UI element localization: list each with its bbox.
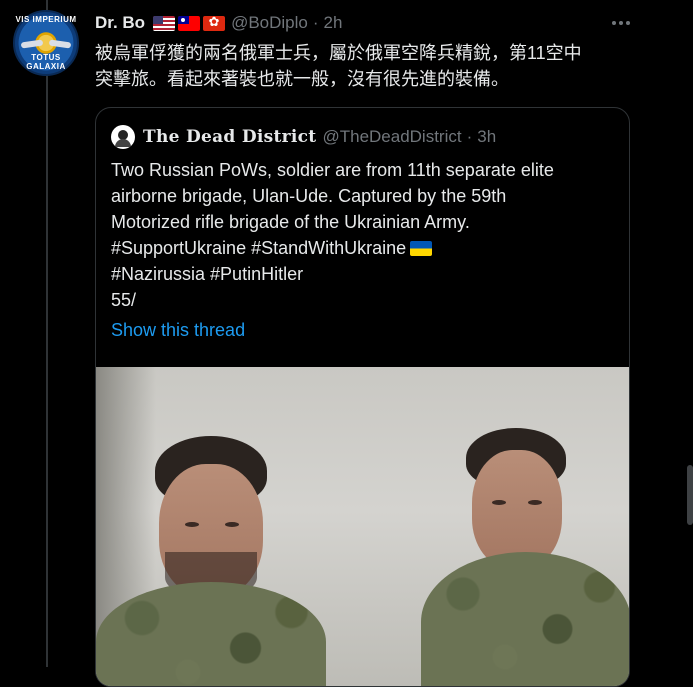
more-dot	[626, 21, 630, 25]
more-options-icon[interactable]	[608, 10, 634, 36]
tw-flag-icon	[178, 15, 201, 31]
quoted-header-separator: ·	[466, 127, 473, 146]
quoted-text-line: airborne brigade, Ulan-Ude. Captured by …	[111, 186, 507, 206]
quoted-author-avatar	[111, 125, 135, 149]
tweet-timestamp[interactable]: 2h	[324, 13, 343, 33]
soldier-jacket	[96, 582, 326, 686]
thread-connector-line	[46, 0, 48, 667]
soldier-eye	[528, 500, 542, 505]
soldier-eye	[492, 500, 506, 505]
avatar-text-top: VIS IMPERIUM	[15, 15, 77, 24]
avatar-wing-right	[48, 39, 72, 49]
soldier-face	[472, 450, 562, 568]
quoted-hashtags-line: #SupportUkraine #StandWithUkraine	[111, 235, 616, 261]
author-flags	[153, 15, 226, 31]
quoted-tweet-timestamp: 3h	[477, 127, 497, 146]
quoted-tweet-text: Two Russian PoWs, soldier are from 11th …	[111, 157, 616, 313]
ukraine-flag-icon	[410, 241, 433, 256]
thread-count: 55/	[111, 290, 137, 310]
tweet-header: Dr. Bo @BoDiplo · 2h	[95, 12, 342, 34]
tweet-text-line: 被烏軍俘獲的兩名俄軍士兵，屬於俄軍空降兵精銳，第11空中	[95, 43, 582, 63]
soldier-eye	[185, 522, 199, 527]
quoted-author-handle: @TheDeadDistrict	[322, 127, 462, 146]
more-dot	[612, 21, 616, 25]
soldier-eye	[225, 522, 239, 527]
hashtags-text: #SupportUkraine #StandWithUkraine	[111, 238, 407, 258]
author-handle[interactable]: @BoDiplo	[231, 13, 308, 33]
quoted-author-name: The Dead District	[143, 127, 317, 147]
tweet-text-line: 突擊旅。看起來著裝也就一般，沒有很先進的裝備。	[95, 69, 509, 89]
author-avatar[interactable]: VIS IMPERIUM TOTUS GALAXIA	[13, 10, 79, 76]
quoted-hashtags-line: #Nazirussia #PutinHitler	[111, 264, 304, 284]
us-flag-icon	[153, 15, 176, 31]
tweet-text: 被烏軍俘獲的兩名俄軍士兵，屬於俄軍空降兵精銳，第11空中 突擊旅。看起來著裝也就…	[95, 40, 640, 92]
show-thread-link[interactable]: Show this thread	[111, 320, 245, 341]
author-name[interactable]: Dr. Bo	[95, 13, 145, 33]
quoted-text-line: Motorized rifle brigade of the Ukrainian…	[111, 212, 470, 232]
quoted-text-line: Two Russian PoWs, soldier are from 11th …	[111, 160, 554, 180]
avatar-text-bottom: TOTUS GALAXIA	[26, 53, 66, 71]
avatar-wing-left	[20, 39, 44, 49]
header-separator: ·	[312, 13, 319, 32]
page-scrollbar[interactable]	[687, 465, 693, 525]
quoted-tweet-card[interactable]: The Dead District @TheDeadDistrict · 3h …	[95, 107, 630, 687]
hk-flag-icon	[203, 15, 226, 31]
tweet-photo[interactable]	[96, 367, 629, 686]
more-dot	[619, 21, 623, 25]
quoted-tweet-header: The Dead District @TheDeadDistrict · 3h	[111, 125, 497, 149]
